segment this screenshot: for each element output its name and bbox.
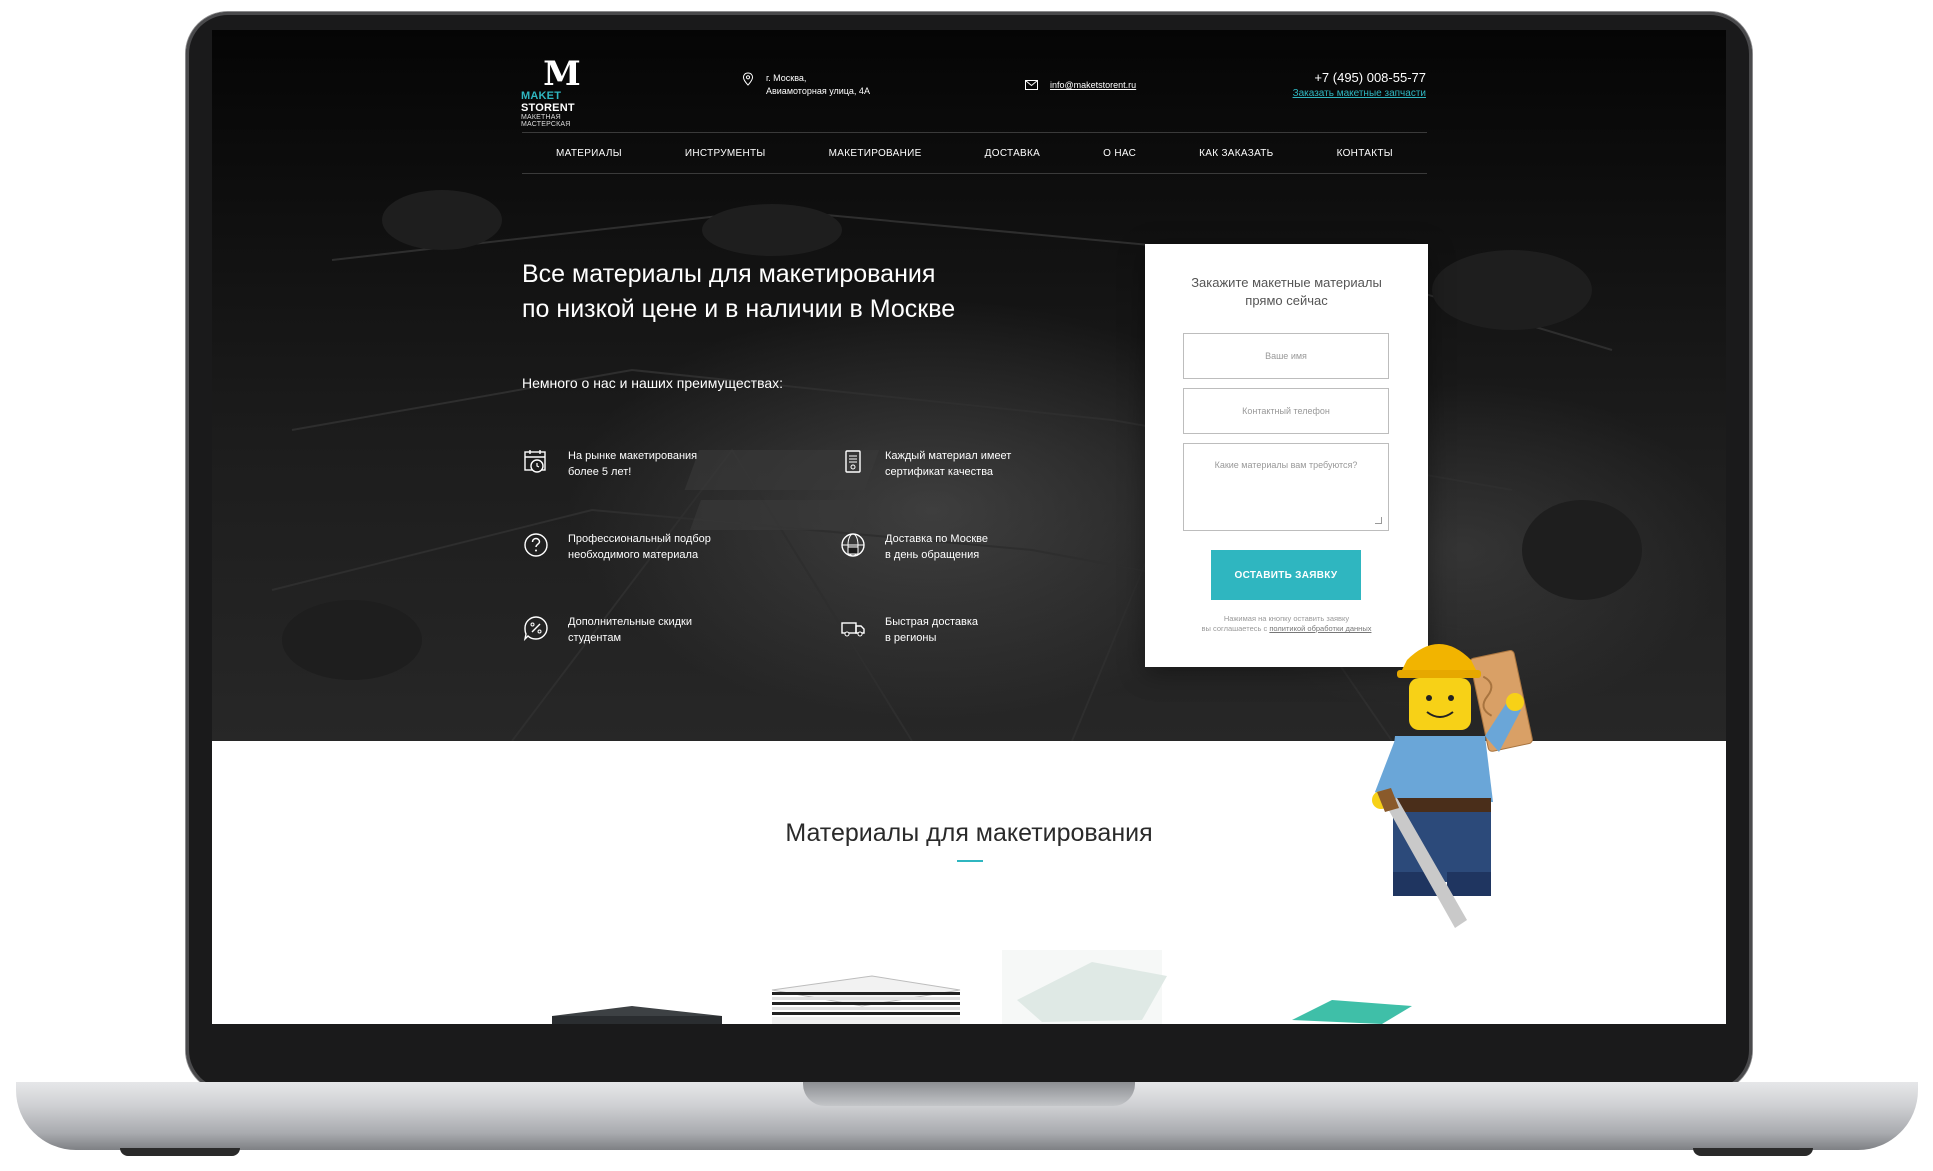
form-title: Закажите макетные материалы прямо сейчас bbox=[1191, 275, 1382, 308]
header-email: info@maketstorent.ru bbox=[1025, 80, 1136, 90]
feature-item: Профессиональный подбор необходимого мат… bbox=[522, 531, 711, 563]
nav-item-tools[interactable]: ИНСТРУМЕНТЫ bbox=[685, 148, 766, 159]
materials-textarea[interactable]: Какие материалы вам требуются? bbox=[1183, 443, 1389, 531]
materials-preview bbox=[552, 950, 1412, 1024]
email-link[interactable]: info@maketstorent.ru bbox=[1050, 80, 1136, 90]
nav-item-about[interactable]: О НАС bbox=[1103, 148, 1136, 159]
logo-mark: M bbox=[543, 54, 581, 94]
laptop-foot-left bbox=[120, 1148, 240, 1156]
header-phone: +7 (495) 008-55-77 Заказать макетные зап… bbox=[1293, 70, 1426, 99]
certificate-icon bbox=[845, 450, 861, 473]
nav-item-modeling[interactable]: МАКЕТИРОВАНИЕ bbox=[829, 148, 922, 159]
feature-text: На рынке макетирования более 5 лет! bbox=[568, 450, 698, 478]
hero-subtitle: Немного о нас и наших преимуществах: bbox=[522, 375, 784, 391]
section-title-underline bbox=[957, 860, 983, 862]
nav-item-how-to-order[interactable]: КАК ЗАКАЗАТЬ bbox=[1199, 148, 1273, 159]
feature-item: Каждый материал имеет сертификат качеств… bbox=[839, 448, 1011, 480]
location-pin-icon bbox=[742, 72, 754, 86]
submit-button[interactable]: ОСТАВИТЬ ЗАЯВКУ bbox=[1211, 550, 1361, 600]
feature-text: Профессиональный подбор необходимого мат… bbox=[568, 533, 711, 561]
resize-grip-icon[interactable] bbox=[1375, 517, 1382, 524]
privacy-agreement: Нажимая на кнопку оставить заявку вы сог… bbox=[1201, 614, 1372, 633]
discount-badge-icon bbox=[523, 616, 548, 642]
feature-text: Доставка по Москве в день обращения bbox=[885, 533, 988, 561]
feature-item: Дополнительные скидки студентам bbox=[522, 614, 692, 646]
address-city: г. Москва, bbox=[766, 73, 807, 83]
envelope-icon bbox=[1025, 80, 1038, 90]
order-form: Закажите макетные материалы прямо сейчас… bbox=[1145, 244, 1428, 667]
material-dark-board bbox=[552, 1006, 722, 1024]
nav-item-delivery[interactable]: ДОСТАВКА bbox=[985, 148, 1040, 159]
laptop-screen: M MAKET STORENT МАКЕТНАЯ МАСТЕРСКАЯ г. М… bbox=[212, 30, 1726, 1024]
nav-item-materials[interactable]: МАТЕРИАЛЫ bbox=[556, 148, 622, 159]
phone-number[interactable]: +7 (495) 008-55-77 bbox=[1293, 70, 1426, 85]
question-circle-icon bbox=[524, 533, 548, 557]
order-parts-link[interactable]: Заказать макетные запчасти bbox=[1293, 88, 1426, 99]
header-address: г. Москва, Авиамоторная улица, 4А bbox=[742, 72, 870, 98]
feature-text: Дополнительные скидки студентам bbox=[568, 616, 692, 644]
material-foam-sheet bbox=[1002, 950, 1167, 1024]
material-teal-board bbox=[1292, 1000, 1412, 1024]
phone-input[interactable]: Контактный телефон bbox=[1183, 388, 1389, 434]
calendar-clock-icon bbox=[524, 450, 546, 473]
truck-icon bbox=[841, 622, 865, 637]
main-nav: МАТЕРИАЛЫ ИНСТРУМЕНТЫ МАКЕТИРОВАНИЕ ДОСТ… bbox=[522, 132, 1427, 174]
material-white-sheets bbox=[771, 975, 961, 1024]
globe-delivery-icon bbox=[841, 533, 865, 557]
hero-title: Все материалы для макетирования по низкой… bbox=[522, 260, 956, 323]
feature-text: Каждый материал имеет сертификат качеств… bbox=[885, 450, 1012, 478]
feature-item: Быстрая доставка в регионы bbox=[839, 614, 978, 646]
feature-item: На рынке макетирования более 5 лет! bbox=[522, 448, 697, 480]
feature-item: Доставка по Москве в день обращения bbox=[839, 531, 988, 563]
nav-item-contacts[interactable]: КОНТАКТЫ bbox=[1337, 148, 1393, 159]
name-input[interactable]: Ваше имя bbox=[1183, 333, 1389, 379]
logo-subtitle: МАКЕТНАЯ МАСТЕРСКАЯ bbox=[521, 114, 571, 128]
laptop-notch bbox=[803, 1082, 1135, 1106]
logo-brand: MAKET STORENT bbox=[521, 90, 575, 114]
laptop-foot-right bbox=[1693, 1148, 1813, 1156]
logo[interactable]: M MAKET STORENT МАКЕТНАЯ МАСТЕРСКАЯ bbox=[521, 54, 601, 128]
address-street: Авиамоторная улица, 4А bbox=[766, 86, 870, 96]
feature-text: Быстрая доставка в регионы bbox=[885, 616, 978, 644]
lego-worker-illustration bbox=[1372, 644, 1533, 928]
